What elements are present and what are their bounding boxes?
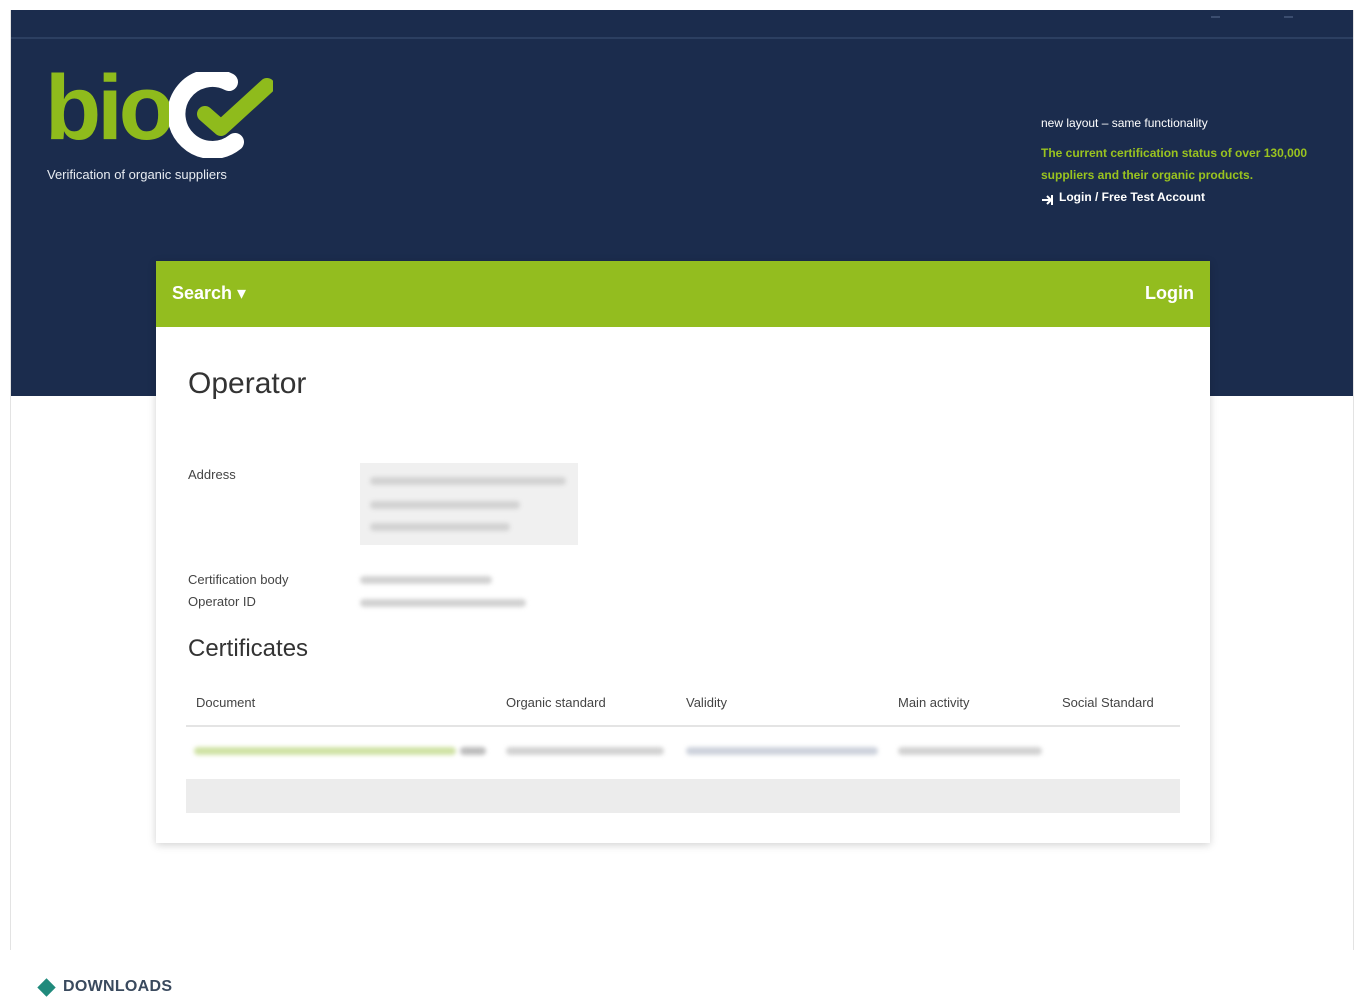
redacted-line bbox=[370, 501, 520, 509]
certification-body-value-redacted bbox=[360, 576, 492, 584]
page-frame: bio Verification of organic suppliers ne… bbox=[10, 10, 1354, 950]
address-label: Address bbox=[188, 467, 236, 482]
column-main-activity[interactable]: Main activity bbox=[898, 695, 970, 710]
operator-id-value-redacted bbox=[360, 599, 526, 607]
main-activity-redacted bbox=[898, 747, 1042, 755]
toolbar-button-1[interactable] bbox=[1211, 10, 1220, 18]
column-validity[interactable]: Validity bbox=[686, 695, 727, 710]
layout-note: new layout – same functionality bbox=[1041, 116, 1208, 130]
logo-check-icon bbox=[169, 72, 273, 158]
column-social-standard[interactable]: Social Standard bbox=[1062, 695, 1154, 710]
search-menu[interactable]: Search ▾ bbox=[172, 283, 246, 304]
login-link[interactable]: Login bbox=[1145, 283, 1194, 304]
page-title: Operator bbox=[188, 367, 307, 400]
validity-redacted bbox=[686, 747, 878, 755]
top-divider bbox=[11, 37, 1353, 39]
operator-id-label: Operator ID bbox=[188, 594, 256, 609]
redacted-line bbox=[370, 523, 510, 531]
document-size-redacted bbox=[460, 747, 486, 755]
logo-text: bio bbox=[45, 57, 175, 159]
table-row bbox=[186, 727, 1180, 773]
certification-body-label: Certification body bbox=[188, 572, 289, 587]
top-toolbar bbox=[1211, 10, 1293, 18]
login-test-account-label: Login / Free Test Account bbox=[1059, 190, 1206, 204]
logo-tagline: Verification of organic suppliers bbox=[47, 167, 227, 182]
document-link-redacted[interactable] bbox=[194, 747, 456, 755]
main-navbar: Search ▾ Login bbox=[156, 261, 1210, 327]
redacted-line bbox=[370, 477, 566, 485]
login-test-account-link[interactable]: Login / Free Test Account bbox=[1041, 186, 1321, 208]
operator-card: Search ▾ Login Operator Address Certific… bbox=[156, 261, 1210, 843]
organic-standard-redacted bbox=[506, 747, 664, 755]
toolbar-button-2[interactable] bbox=[1284, 10, 1293, 18]
column-document[interactable]: Document bbox=[196, 695, 255, 710]
diamond-icon bbox=[37, 977, 56, 997]
status-description: The current certification status of over… bbox=[1041, 146, 1308, 182]
table-header: Document Organic standard Validity Main … bbox=[186, 683, 1180, 727]
downloads-section[interactable]: DOWNLOADS bbox=[37, 977, 173, 997]
bioc-logo[interactable]: bio bbox=[45, 58, 275, 160]
column-organic-standard[interactable]: Organic standard bbox=[506, 695, 606, 710]
table-footer-bar bbox=[186, 779, 1180, 813]
address-value-redacted bbox=[360, 463, 578, 545]
login-arrow-icon bbox=[1041, 191, 1055, 205]
certificates-table: Document Organic standard Validity Main … bbox=[186, 683, 1180, 773]
hero-info: new layout – same functionality The curr… bbox=[1041, 112, 1321, 208]
certificates-title: Certificates bbox=[188, 635, 309, 662]
downloads-label: DOWNLOADS bbox=[63, 978, 173, 995]
